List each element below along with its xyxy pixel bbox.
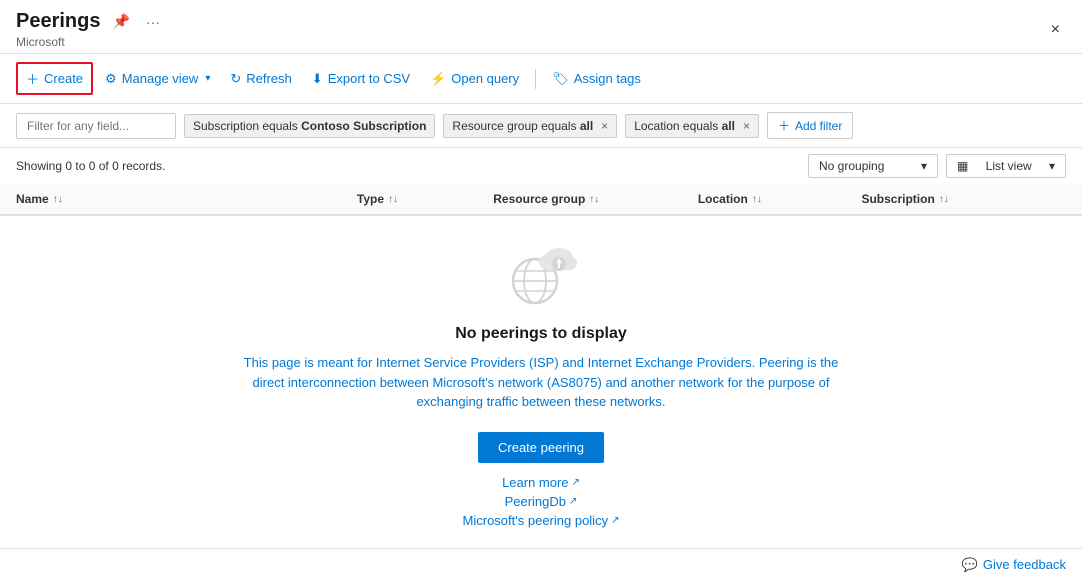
view-controls: No grouping ▾ ▦ List view ▾ (808, 154, 1066, 178)
add-filter-label: Add filter (795, 119, 842, 133)
pin-icon: 📌 (112, 13, 129, 29)
rg-filter-text: Resource group equals all (452, 119, 593, 133)
records-bar: Showing 0 to 0 of 0 records. No grouping… (0, 148, 1082, 184)
location-filter-tag: Location equals all × (625, 114, 759, 138)
subscription-sort-icon: ↑↓ (939, 194, 949, 205)
download-icon: ⬇ (312, 71, 323, 87)
grouping-select[interactable]: No grouping ▾ (808, 154, 938, 178)
more-icon: ··· (146, 14, 160, 30)
open-query-label: Open query (451, 71, 519, 86)
list-view-select[interactable]: ▦ List view ▾ (946, 154, 1066, 178)
col-header-subscription[interactable]: Subscription ↑↓ (861, 192, 1066, 206)
manage-view-button[interactable]: ⚙ Manage view ▾ (97, 66, 218, 92)
peering-policy-label: Microsoft's peering policy (463, 513, 609, 528)
learn-more-link[interactable]: Learn more ↗ (502, 475, 580, 490)
peeringdb-external-icon: ↗ (569, 496, 577, 507)
list-view-icon: ▦ (957, 159, 968, 173)
assign-tags-label: Assign tags (574, 71, 641, 86)
refresh-label: Refresh (246, 71, 292, 86)
give-feedback-button[interactable]: 💬 Give feedback (962, 557, 1066, 573)
learn-more-label: Learn more (502, 475, 568, 490)
rg-filter-close[interactable]: × (601, 119, 608, 133)
toolbar-separator (535, 69, 536, 89)
col-header-name[interactable]: Name ↑↓ (16, 192, 357, 206)
feedback-icon: 💬 (962, 557, 978, 573)
grouping-label: No grouping (819, 159, 884, 173)
query-icon: ⚡ (430, 71, 446, 87)
plus-icon: ＋ (26, 69, 39, 88)
filter-row: Subscription equals Contoso Subscription… (0, 104, 1082, 148)
title-text: Peerings (16, 10, 100, 33)
export-csv-button[interactable]: ⬇ Export to CSV (304, 66, 418, 92)
header-left: Peerings 📌 ··· Microsoft (16, 10, 164, 49)
page-subtitle: Microsoft (16, 35, 164, 49)
empty-title: No peerings to display (455, 325, 627, 343)
chevron-down-icon: ▾ (205, 73, 210, 84)
peering-policy-external-icon: ↗ (611, 515, 619, 526)
toolbar: ＋ Create ⚙ Manage view ▾ ↻ Refresh ⬇ Exp… (0, 54, 1082, 104)
table-header: Name ↑↓ Type ↑↓ Resource group ↑↓ Locati… (0, 184, 1082, 216)
assign-tags-button[interactable]: 🏷 Assign tags (544, 66, 649, 92)
add-filter-button[interactable]: ＋ Add filter (767, 112, 853, 139)
export-csv-label: Export to CSV (328, 71, 410, 86)
list-view-chevron-icon: ▾ (1049, 159, 1055, 173)
peering-policy-link[interactable]: Microsoft's peering policy ↗ (463, 513, 620, 528)
empty-state: No peerings to display This page is mean… (0, 216, 1082, 548)
external-link-icon: ↗ (572, 477, 580, 488)
tag-icon: 🏷 (552, 71, 569, 87)
records-info: Showing 0 to 0 of 0 records. (16, 159, 165, 173)
create-button[interactable]: ＋ Create (16, 62, 93, 95)
page-footer: 💬 Give feedback (0, 548, 1082, 581)
subscription-filter-tag: Subscription equals Contoso Subscription (184, 114, 435, 138)
name-sort-icon: ↑↓ (53, 194, 63, 205)
type-sort-icon: ↑↓ (388, 194, 398, 205)
page-header: Peerings 📌 ··· Microsoft × (0, 0, 1082, 54)
peeringdb-label: PeeringDb (505, 494, 566, 509)
list-view-label: List view (986, 159, 1032, 173)
more-options-button[interactable]: ··· (142, 12, 164, 32)
globe-cloud-icon (501, 236, 581, 309)
page-container: Peerings 📌 ··· Microsoft × ＋ Create ⚙ Ma… (0, 0, 1082, 570)
page-title: Peerings 📌 ··· (16, 10, 164, 33)
gear-icon: ⚙ (105, 71, 117, 87)
pin-button[interactable]: 📌 (108, 11, 133, 32)
refresh-button[interactable]: ↻ Refresh (222, 66, 299, 92)
close-button[interactable]: × (1045, 19, 1066, 41)
location-filter-text: Location equals all (634, 119, 735, 133)
refresh-icon: ↻ (230, 71, 241, 87)
links-section: Learn more ↗ PeeringDb ↗ Microsoft's pee… (463, 475, 620, 528)
resource-group-filter-tag: Resource group equals all × (443, 114, 617, 138)
create-label: Create (44, 71, 83, 86)
subscription-filter-text: Subscription equals Contoso Subscription (193, 119, 426, 133)
col-header-type[interactable]: Type ↑↓ (357, 192, 493, 206)
close-icon: × (1051, 21, 1060, 38)
peeringdb-link[interactable]: PeeringDb ↗ (505, 494, 578, 509)
location-sort-icon: ↑↓ (752, 194, 762, 205)
empty-description: This page is meant for Internet Service … (241, 353, 841, 412)
col-header-location[interactable]: Location ↑↓ (698, 192, 862, 206)
col-header-resource-group[interactable]: Resource group ↑↓ (493, 192, 698, 206)
create-peering-button[interactable]: Create peering (478, 432, 604, 463)
rg-sort-icon: ↑↓ (589, 194, 599, 205)
open-query-button[interactable]: ⚡ Open query (422, 66, 527, 92)
manage-view-label: Manage view (122, 71, 199, 86)
grouping-chevron-icon: ▾ (921, 159, 927, 173)
location-filter-close[interactable]: × (743, 119, 750, 133)
create-peering-label: Create peering (498, 440, 584, 455)
add-filter-icon: ＋ (778, 117, 790, 134)
filter-input[interactable] (16, 113, 176, 139)
